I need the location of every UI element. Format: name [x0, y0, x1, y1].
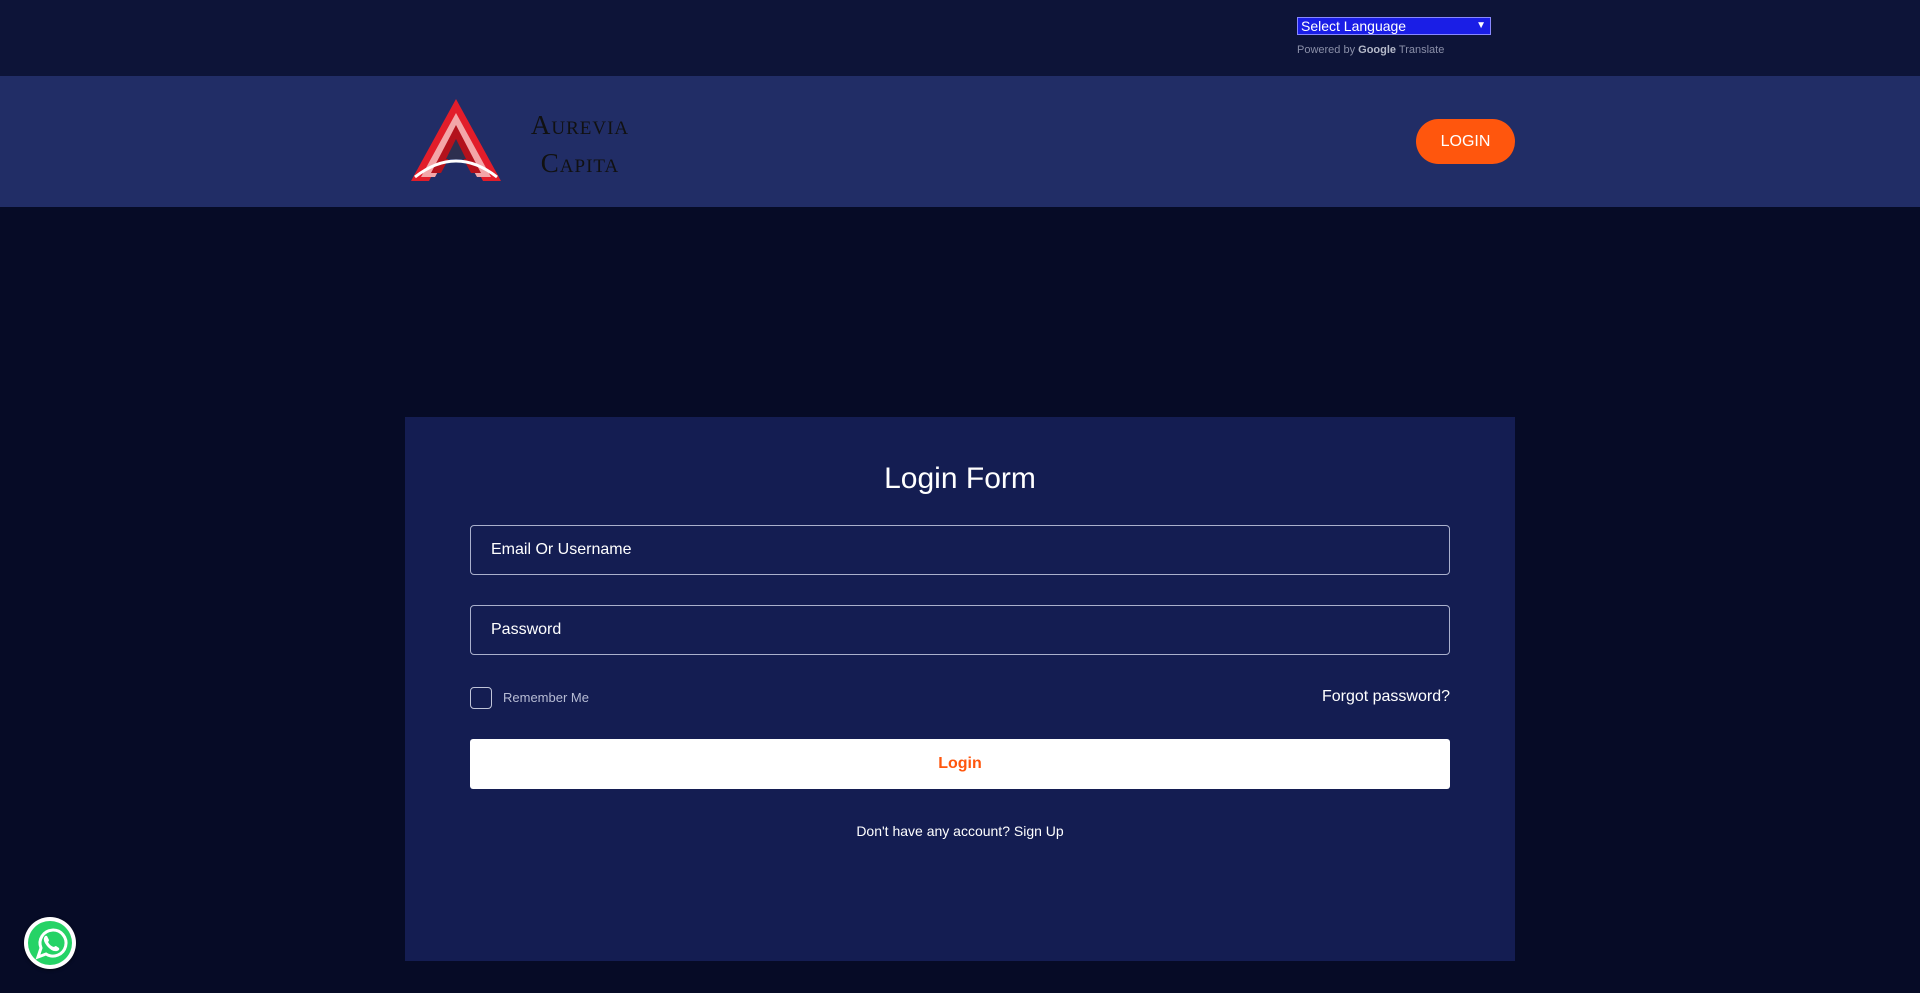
signup-link[interactable]: Don't have any account? Sign Up [405, 823, 1515, 839]
site-header: Aurevia Capita LOGIN [0, 76, 1920, 207]
password-placeholder: Password [491, 621, 562, 638]
email-username-field[interactable]: Email Or Username [470, 525, 1450, 575]
password-field[interactable]: Password [470, 605, 1450, 655]
brand-name: Aurevia Capita [515, 106, 645, 182]
remember-me-checkbox[interactable] [470, 687, 492, 709]
whatsapp-button[interactable] [24, 917, 76, 969]
google-logo-text[interactable]: Google [1358, 44, 1396, 56]
chevron-down-icon: ▼ [1476, 20, 1486, 31]
login-form-title: Login Form [884, 462, 1036, 495]
header-login-button[interactable]: LOGIN [1416, 119, 1515, 164]
whatsapp-icon [28, 921, 72, 965]
brand-line-1: Aurevia [530, 110, 630, 140]
language-select[interactable]: Select Language ▼ [1297, 17, 1491, 35]
brand-line-2: Capita [540, 148, 620, 178]
login-submit-button[interactable]: Login [470, 739, 1450, 789]
remember-me-label[interactable]: Remember Me [503, 690, 589, 705]
login-card: Login Form Email Or Username Password Re… [405, 417, 1515, 961]
powered-by-google: Powered by Google Translate [1297, 44, 1444, 56]
email-placeholder: Email Or Username [491, 541, 632, 558]
top-bar: Select Language ▼ Powered by Google Tran… [0, 0, 1920, 76]
forgot-password-link[interactable]: Forgot password? [1322, 688, 1450, 706]
language-select-value: Select Language [1301, 18, 1407, 34]
powered-by-text: Powered by [1297, 44, 1356, 56]
translate-link[interactable]: Translate [1399, 44, 1444, 56]
